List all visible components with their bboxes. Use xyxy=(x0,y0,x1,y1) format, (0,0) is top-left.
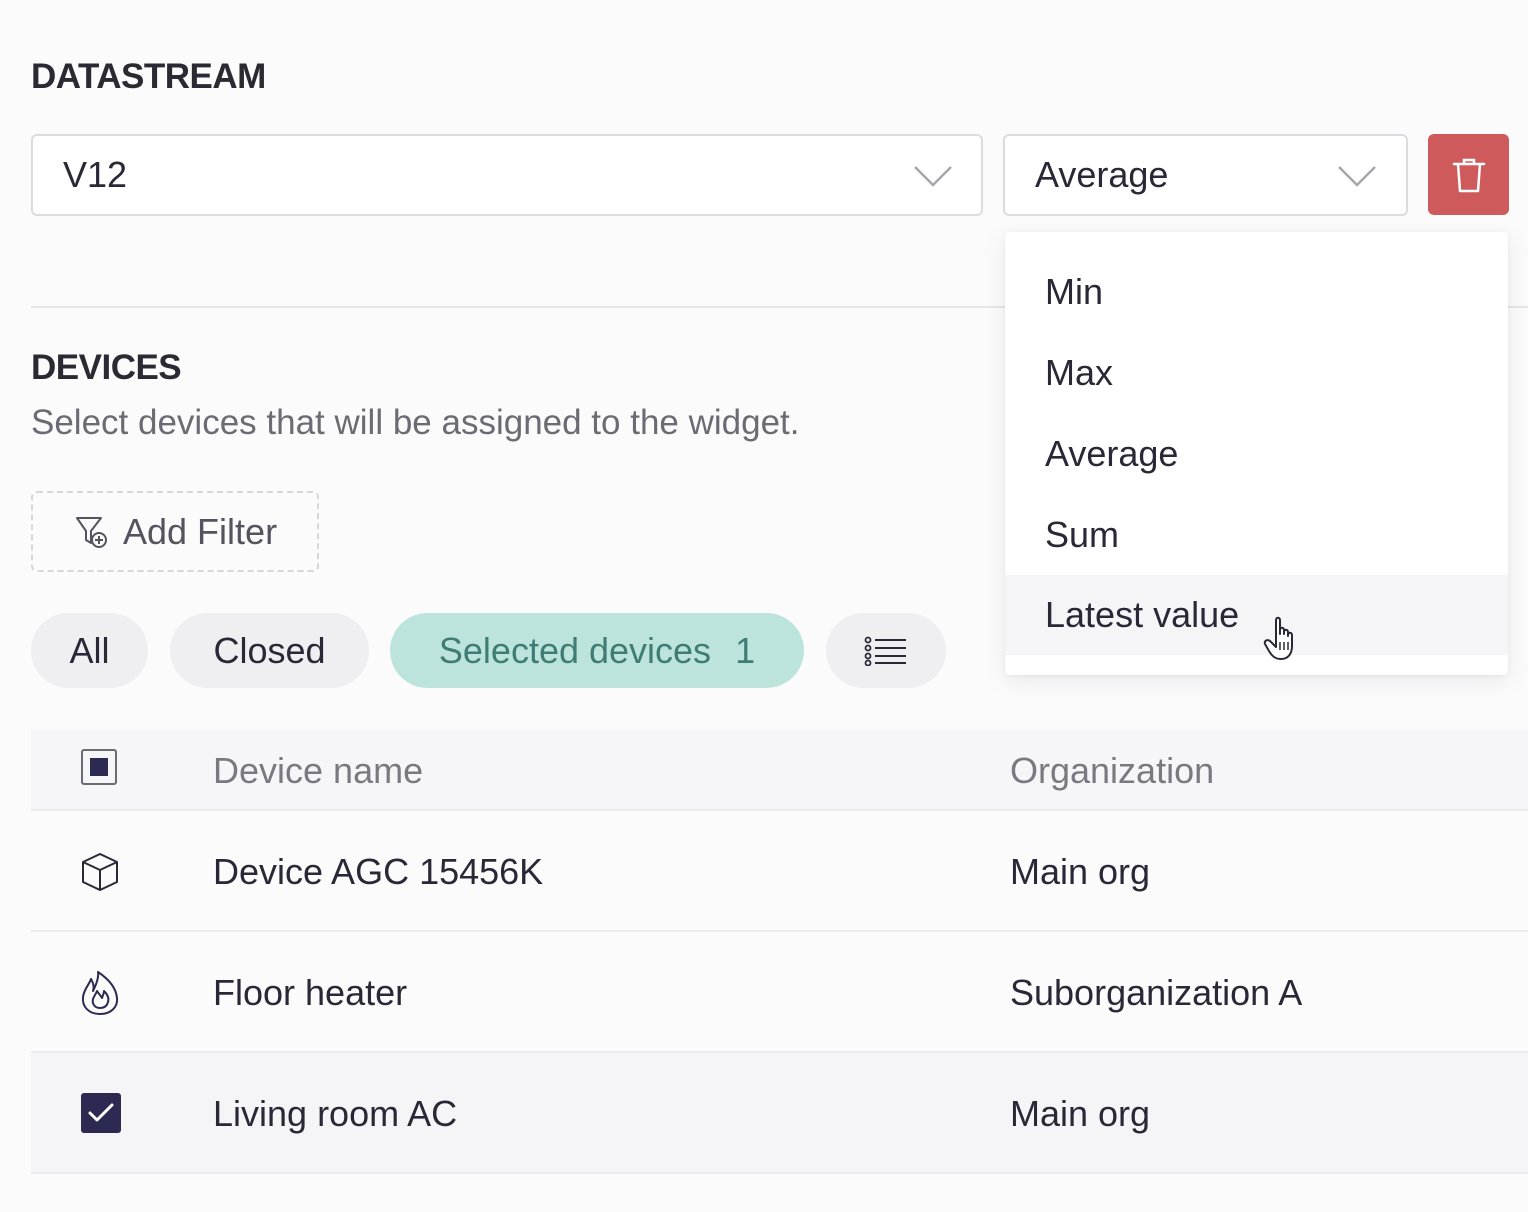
table-row[interactable]: Device AGC 15456K Main org xyxy=(31,811,1528,932)
column-header-organization[interactable]: Organization xyxy=(1010,750,1214,792)
tab-all[interactable]: All xyxy=(31,613,148,688)
menu-item-sum[interactable]: Sum xyxy=(1005,495,1508,575)
filter-add-icon xyxy=(76,516,107,548)
menu-item-latest-value[interactable]: Latest value xyxy=(1005,575,1508,655)
datastream-select[interactable]: V12 xyxy=(31,134,983,216)
aggregation-select[interactable]: Average xyxy=(1003,134,1408,216)
list-icon xyxy=(864,636,906,666)
datastream-select-value: V12 xyxy=(63,154,128,195)
table-row[interactable]: Living room AC Main org xyxy=(31,1053,1528,1174)
menu-item-average[interactable]: Average xyxy=(1005,414,1508,494)
devices-description: Select devices that will be assigned to … xyxy=(31,403,800,442)
checkmark-icon xyxy=(88,1103,114,1122)
menu-item-max[interactable]: Max xyxy=(1005,333,1508,413)
device-name: Floor heater xyxy=(213,972,408,1013)
device-name: Device AGC 15456K xyxy=(213,851,544,892)
chevron-down-icon xyxy=(914,166,952,187)
row-checkbox[interactable] xyxy=(81,1093,121,1133)
tab-closed[interactable]: Closed xyxy=(170,613,369,688)
datastream-title: DATASTREAM xyxy=(31,57,266,96)
tab-selected-label: Selected devices xyxy=(438,629,712,671)
hand-cursor-icon xyxy=(1263,616,1293,660)
list-view-button[interactable] xyxy=(826,613,946,688)
tab-all-label: All xyxy=(69,629,110,671)
aggregation-dropdown-menu: Min Max Average Sum Latest value xyxy=(1005,232,1508,675)
device-name: Living room AC xyxy=(213,1093,458,1134)
flame-icon xyxy=(81,971,119,1015)
trash-icon xyxy=(1452,158,1485,192)
delete-datastream-button[interactable] xyxy=(1428,134,1509,215)
chevron-down-icon xyxy=(1338,166,1376,187)
column-header-device-name[interactable]: Device name xyxy=(213,750,423,792)
add-filter-label: Add Filter xyxy=(123,510,278,552)
tab-closed-label: Closed xyxy=(213,629,326,671)
tab-selected-devices[interactable]: Selected devices 1 xyxy=(390,613,804,688)
select-all-checkbox[interactable] xyxy=(81,749,117,785)
aggregation-select-value: Average xyxy=(1035,154,1169,195)
device-organization: Main org xyxy=(1010,1093,1151,1134)
device-organization: Main org xyxy=(1010,851,1151,892)
table-header: Device name Organization xyxy=(31,729,1528,811)
add-filter-button[interactable]: Add Filter xyxy=(31,491,319,572)
selected-count-badge: 1 xyxy=(735,629,756,671)
devices-title: DEVICES xyxy=(31,348,182,387)
menu-item-min[interactable]: Min xyxy=(1005,252,1508,332)
device-organization: Suborganization A xyxy=(1010,972,1303,1013)
cube-icon xyxy=(82,853,118,891)
checkbox-indeterminate-icon xyxy=(90,758,108,776)
table-row[interactable]: Floor heater Suborganization A xyxy=(31,932,1528,1053)
